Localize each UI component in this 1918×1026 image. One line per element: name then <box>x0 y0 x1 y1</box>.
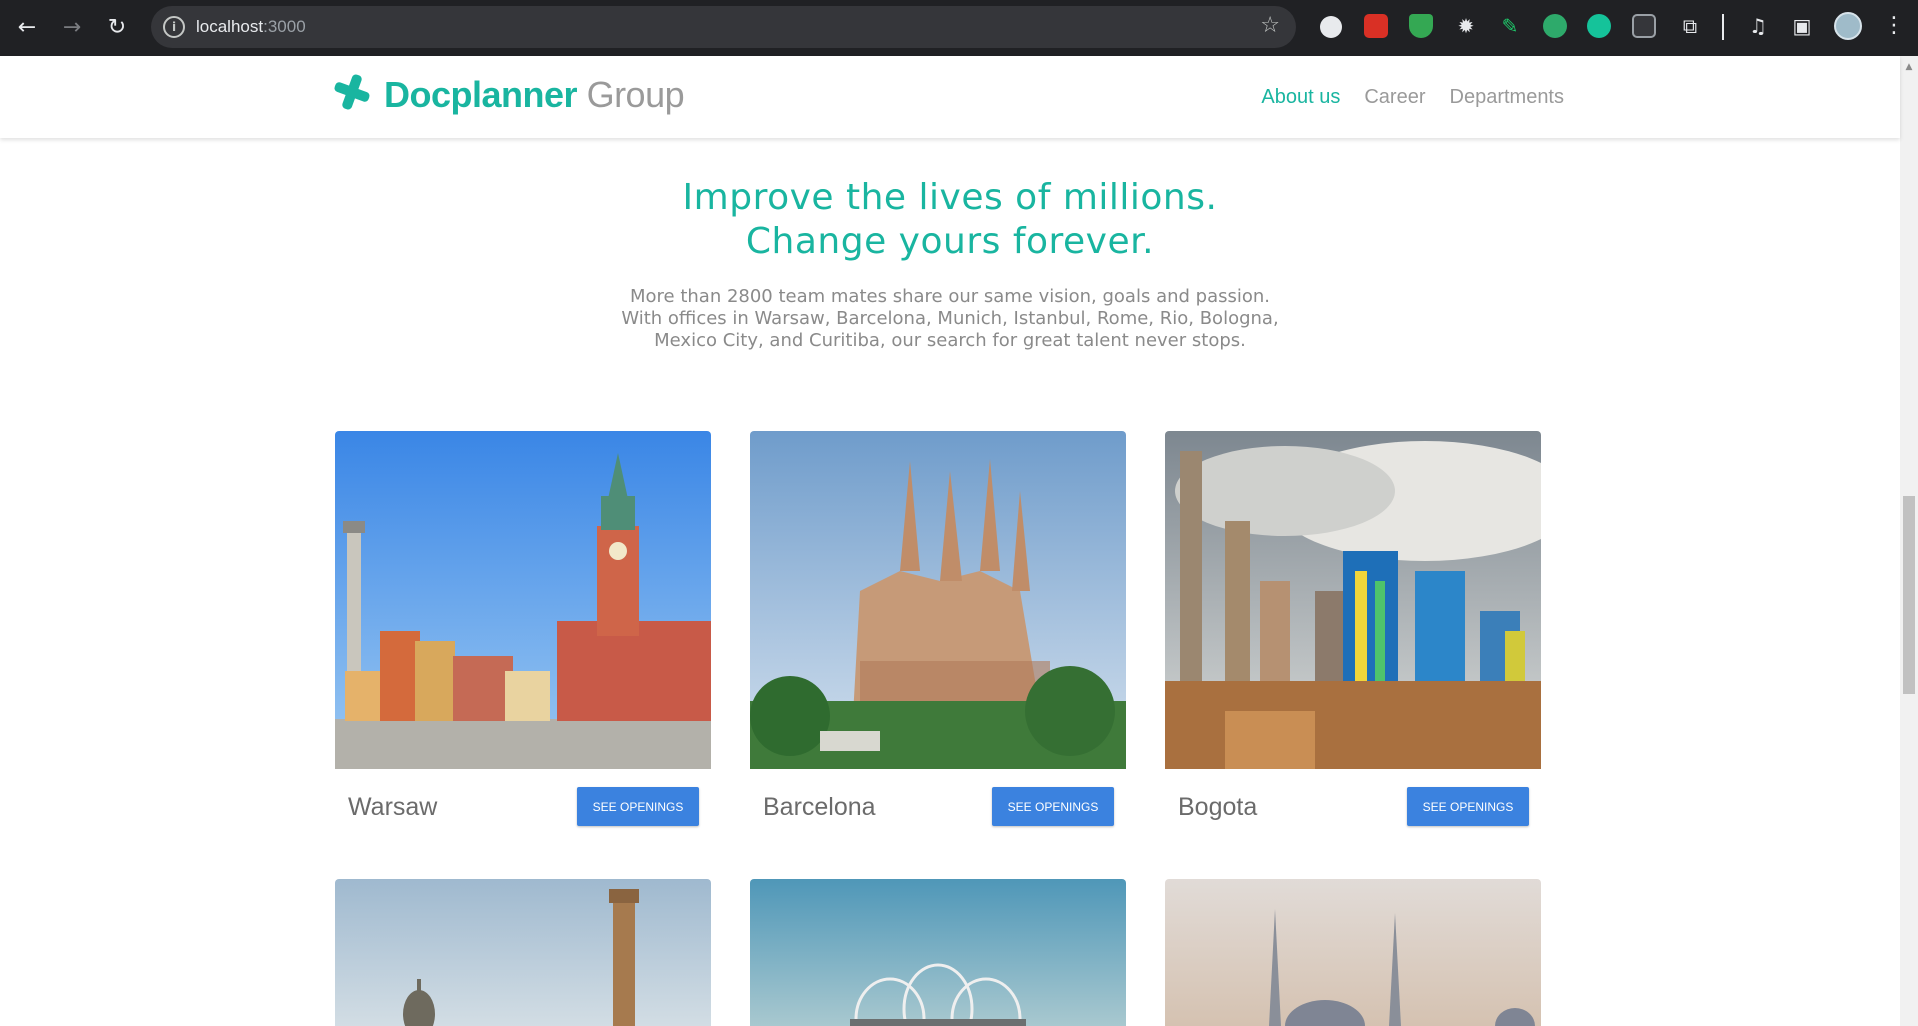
profile-avatar[interactable] <box>1834 12 1862 40</box>
see-openings-button[interactable]: SEE OPENINGS <box>577 787 699 826</box>
ext-puzzle-icon[interactable]: ⧉ <box>1676 12 1704 40</box>
browser-toolbar: ← → ↻ i localhost:3000 ☆ ✹ ✎ ⧉ ♫ ▣ ⋮ <box>0 0 1918 56</box>
site-header: Docplanner Group About us Career Departm… <box>0 56 1900 138</box>
city-name: Bogota <box>1178 793 1258 821</box>
bologna-photo <box>335 879 711 1026</box>
logo-wordmark[interactable]: Docplanner Group <box>384 74 685 116</box>
side-panel-icon[interactable]: ▣ <box>1788 12 1816 40</box>
url-host: localhost <box>196 17 264 36</box>
forward-button[interactable]: → <box>56 12 88 44</box>
ext-red-icon[interactable] <box>1364 14 1388 38</box>
ext-page-icon[interactable] <box>1632 14 1656 38</box>
back-button[interactable]: ← <box>11 12 43 44</box>
ext-shield-icon[interactable] <box>1409 14 1433 38</box>
hero-title-line-1: Improve the lives of millions. <box>682 177 1218 218</box>
address-bar[interactable]: i localhost:3000 ☆ <box>151 6 1296 48</box>
scroll-up-arrow-icon[interactable]: ▲ <box>1903 62 1915 74</box>
toolbar-divider <box>1722 14 1724 40</box>
ext-gear-icon[interactable]: ✹ <box>1452 12 1480 40</box>
see-openings-button[interactable]: SEE OPENINGS <box>992 787 1114 826</box>
reload-button[interactable]: ↻ <box>101 12 133 44</box>
barcelona-photo <box>750 431 1126 769</box>
ext-tab-icon[interactable] <box>1320 16 1342 38</box>
media-controls-icon[interactable]: ♫ <box>1744 12 1772 40</box>
hero-text-line-1: More than 2800 team mates share our same… <box>629 286 1271 307</box>
hero-text-line-3: Mexico City, and Curitiba, our search fo… <box>654 330 1246 351</box>
nav-career[interactable]: Career <box>1364 86 1425 109</box>
city-name: Warsaw <box>348 793 438 821</box>
url-port: :3000 <box>263 17 306 36</box>
bogota-photo <box>1165 431 1541 769</box>
main-navigation: About us Career Departments <box>1261 86 1564 109</box>
browser-menu-icon[interactable]: ⋮ <box>1880 12 1908 40</box>
hero-text-line-2: With offices in Warsaw, Barcelona, Munic… <box>621 308 1279 329</box>
site-info-icon[interactable]: i <box>163 16 185 38</box>
city-name: Barcelona <box>763 793 876 821</box>
see-openings-button[interactable]: SEE OPENINGS <box>1407 787 1529 826</box>
curitiba-photo <box>750 879 1126 1026</box>
page-scrollbar[interactable]: ▲ <box>1900 56 1918 1026</box>
ext-robot-icon[interactable] <box>1543 14 1567 38</box>
nav-about-us[interactable]: About us <box>1261 86 1340 109</box>
warsaw-photo <box>335 431 711 769</box>
hero-description: More than 2800 team mates share our same… <box>620 286 1280 352</box>
docplanner-logo-icon[interactable] <box>332 72 372 112</box>
istanbul-photo <box>1165 879 1541 1026</box>
nav-departments[interactable]: Departments <box>1450 86 1565 109</box>
bookmark-star-icon[interactable]: ☆ <box>1260 13 1280 38</box>
logo-group-text: Group <box>586 74 685 115</box>
hero-section: Improve the lives of millions. Change yo… <box>0 138 1900 352</box>
hero-title: Improve the lives of millions. Change yo… <box>0 176 1900 264</box>
scroll-thumb[interactable] <box>1903 496 1915 694</box>
logo-brand-text: Docplanner <box>384 74 578 115</box>
ext-pen-icon[interactable]: ✎ <box>1496 12 1524 40</box>
ext-grammarly-icon[interactable] <box>1587 14 1611 38</box>
url-text[interactable]: localhost:3000 <box>196 17 306 37</box>
hero-title-line-2: Change yours forever. <box>745 221 1155 262</box>
